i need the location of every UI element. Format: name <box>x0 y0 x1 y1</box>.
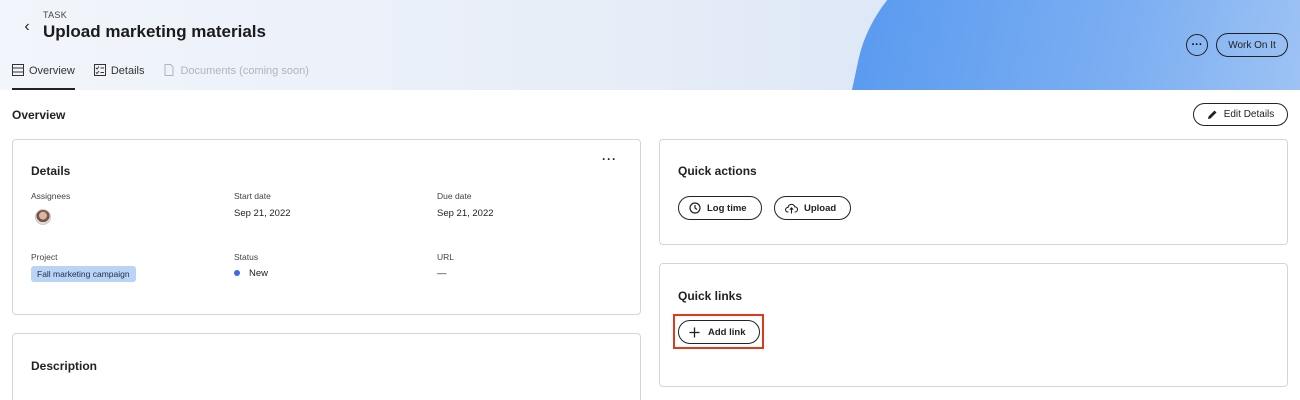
tab-documents-label: Documents (coming soon) <box>180 65 309 77</box>
page-title: Upload marketing materials <box>43 22 266 41</box>
status-label: Status <box>234 252 259 262</box>
quick-actions-title: Quick actions <box>678 164 757 178</box>
tab-details-label: Details <box>110 65 145 77</box>
details-card: Details ··· Assignees Start date Sep 21,… <box>12 139 641 315</box>
more-actions-button[interactable]: ··· <box>1186 34 1208 56</box>
tab-documents: Documents (coming soon) <box>163 62 309 90</box>
status-value: New <box>249 268 269 279</box>
clock-icon <box>689 202 701 214</box>
start-date-label: Start date <box>234 191 271 201</box>
description-card: Description <box>12 333 641 400</box>
log-time-label: Log time <box>707 202 747 214</box>
details-card-title: Details <box>31 164 71 178</box>
project-label: Project <box>31 252 58 262</box>
checklist-icon <box>93 64 106 76</box>
back-chevron-icon[interactable]: ‹ <box>18 18 36 36</box>
url-label: URL <box>437 252 455 262</box>
log-time-button[interactable]: Log time <box>678 196 762 220</box>
quick-actions-card: Quick actions Log time Upload <box>659 139 1288 245</box>
project-tag[interactable]: Fall marketing campaign <box>31 266 136 282</box>
start-date-value: Sep 21, 2022 <box>234 208 291 219</box>
details-more-icon[interactable]: ··· <box>602 152 617 166</box>
url-value: — <box>437 268 447 279</box>
tab-bar: Overview Details Documents (coming soon) <box>12 62 328 90</box>
task-header: ‹ TASK Upload marketing materials Overvi… <box>0 0 1300 90</box>
upload-button[interactable]: Upload <box>774 196 851 220</box>
avatar[interactable] <box>35 209 51 225</box>
due-date-label: Due date <box>437 191 472 201</box>
status-dot <box>234 270 240 276</box>
description-card-title: Description <box>31 359 98 373</box>
highlight-box <box>673 314 764 349</box>
edit-details-label: Edit Details <box>1223 109 1275 120</box>
tab-overview-label: Overview <box>29 65 75 77</box>
quick-links-title: Quick links <box>678 289 743 303</box>
edit-details-button[interactable]: Edit Details <box>1193 103 1288 126</box>
tab-overview[interactable]: Overview <box>12 62 75 90</box>
section-title: Overview <box>12 108 66 122</box>
work-on-it-button[interactable]: Work On It <box>1216 33 1288 57</box>
document-icon <box>164 64 174 76</box>
pencil-icon <box>1207 110 1217 119</box>
cloud-upload-icon <box>785 203 798 214</box>
assignees-label: Assignees <box>31 191 71 201</box>
list-icon <box>12 64 24 76</box>
object-type-label: TASK <box>43 10 68 20</box>
upload-label: Upload <box>804 202 837 214</box>
due-date-value: Sep 21, 2022 <box>437 208 494 219</box>
tab-details[interactable]: Details <box>93 62 145 90</box>
